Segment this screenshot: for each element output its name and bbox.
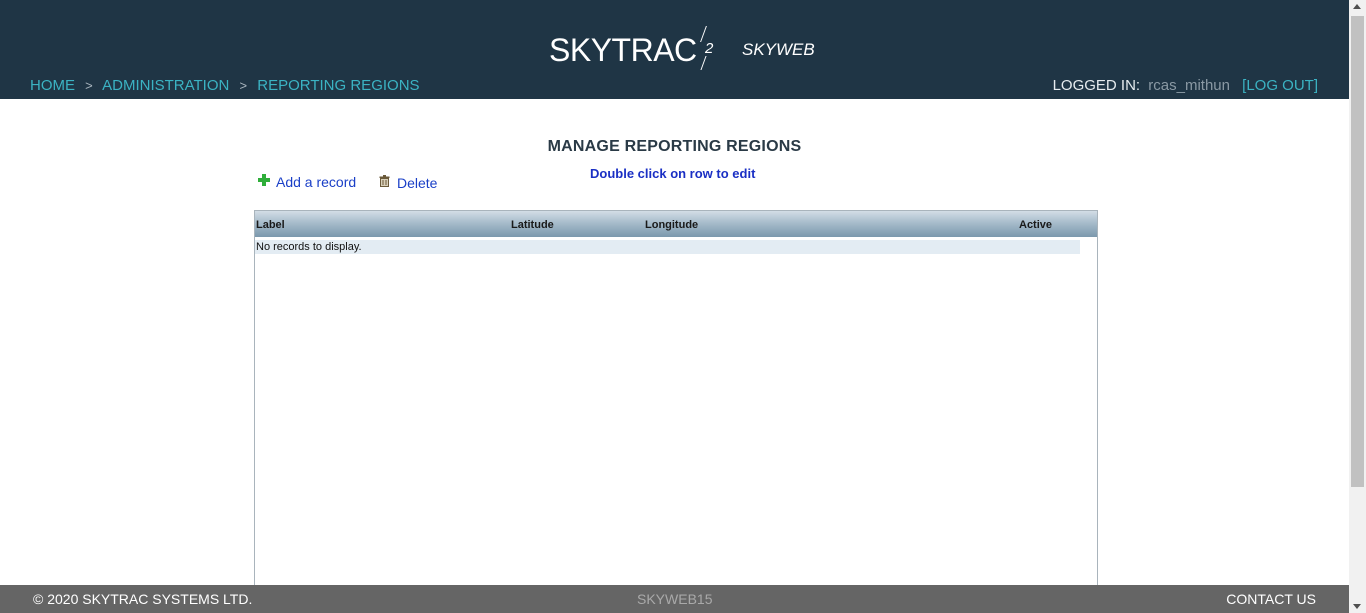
username: rcas_mithun [1148, 77, 1230, 94]
column-header-latitude[interactable]: Latitude [511, 219, 554, 231]
contact-us-link[interactable]: CONTACT US [1226, 591, 1316, 607]
logo-text: SKYTRAC [549, 32, 697, 68]
add-record-button[interactable]: Add a record [258, 174, 356, 190]
empty-row: No records to display. [255, 240, 1080, 254]
breadcrumb-separator: > [85, 78, 93, 93]
breadcrumb: HOME > ADMINISTRATION > REPORTING REGION… [30, 77, 420, 94]
empty-message: No records to display. [256, 241, 362, 253]
logo-slash [700, 56, 707, 70]
scroll-up-arrow-icon[interactable] [1353, 4, 1361, 9]
breadcrumb-administration[interactable]: ADMINISTRATION [102, 77, 229, 94]
column-header-longitude[interactable]: Longitude [645, 219, 698, 231]
server-name: SKYWEB15 [637, 591, 713, 607]
trash-icon [379, 174, 390, 187]
app-header: SKYTRAC 2 SKYWEB HOME > ADMINISTRATION >… [0, 0, 1349, 99]
breadcrumb-reporting-regions[interactable]: REPORTING REGIONS [257, 77, 419, 94]
column-header-label[interactable]: Label [256, 219, 285, 231]
logged-in-label: LOGGED IN: [1052, 77, 1141, 94]
logout-link[interactable]: [LOG OUT] [1242, 77, 1318, 94]
grid-header: Label Latitude Longitude Active [255, 211, 1097, 237]
delete-label: Delete [397, 175, 438, 191]
records-grid[interactable]: Label Latitude Longitude Active No recor… [254, 210, 1098, 602]
add-record-label: Add a record [276, 174, 357, 190]
app-footer: © 2020 SKYTRAC SYSTEMS LTD. SKYWEB15 CON… [0, 585, 1349, 613]
page-scrollbar[interactable] [1349, 0, 1366, 613]
edit-hint: Double click on row to edit [590, 166, 756, 181]
logo-mark: 2 [705, 40, 714, 57]
breadcrumb-separator: > [239, 78, 248, 93]
scroll-down-arrow-icon[interactable] [1353, 604, 1361, 609]
copyright: © 2020 SKYTRAC SYSTEMS LTD. [33, 591, 253, 607]
column-header-active[interactable]: Active [1019, 219, 1052, 231]
page-title: MANAGE REPORTING REGIONS [547, 138, 802, 155]
plus-icon [258, 174, 270, 186]
breadcrumb-home[interactable]: HOME [30, 77, 75, 94]
login-status: LOGGED IN: rcas_mithun [LOG OUT] [1053, 77, 1318, 94]
delete-button[interactable]: Delete [379, 174, 437, 191]
scrollbar-thumb[interactable] [1351, 16, 1364, 487]
product-name: SKYWEB [742, 40, 815, 59]
